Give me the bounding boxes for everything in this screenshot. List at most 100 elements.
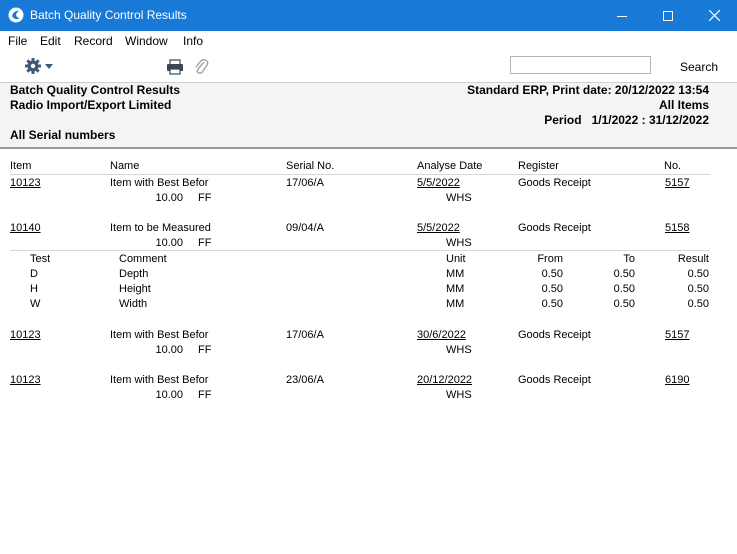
test-unit: MM: [446, 298, 465, 310]
test-to: 0.50: [613, 283, 635, 295]
test-header-result: Result: [677, 253, 709, 265]
column-header-date: Analyse Date: [417, 160, 483, 172]
report-header: Batch Quality Control Results Radio Impo…: [0, 83, 737, 149]
analyse-date-link[interactable]: 20/12/2022: [417, 374, 472, 386]
item-link[interactable]: 10123: [10, 329, 41, 341]
item-name: Item with Best Befor: [110, 329, 209, 341]
app-logo-icon: [8, 7, 24, 23]
unit: FF: [198, 344, 212, 356]
serial-number: 17/06/A: [286, 329, 324, 341]
analyse-date-link[interactable]: 5/5/2022: [417, 177, 460, 189]
quantity: 10.00: [155, 389, 183, 401]
register: Goods Receipt: [518, 329, 591, 341]
quantity: 10.00: [155, 344, 183, 356]
selection-label: All Serial numbers: [10, 128, 116, 142]
register: Goods Receipt: [518, 222, 591, 234]
unit: FF: [198, 192, 212, 204]
test-comment: Depth: [119, 268, 149, 280]
test-comment: Width: [119, 298, 148, 310]
test-section-divider: [10, 250, 710, 251]
menu-record[interactable]: Record: [74, 34, 113, 48]
test-from: 0.50: [541, 268, 563, 280]
search-button[interactable]: Search: [680, 60, 718, 74]
report-title: Batch Quality Control Results: [10, 83, 181, 97]
test-header-unit: Unit: [446, 253, 466, 265]
unit: FF: [198, 389, 212, 401]
column-header-name: Name: [110, 160, 140, 172]
menu-edit[interactable]: Edit: [40, 34, 61, 48]
report-body: Item Name Serial No. Analyse Date Regist…: [0, 150, 737, 554]
menu-bar: File Edit Record Window Info: [0, 31, 737, 51]
gear-icon: [25, 58, 41, 74]
close-icon: [708, 10, 720, 21]
test-unit: MM: [446, 268, 465, 280]
toolbar: Search: [0, 51, 737, 83]
minimize-button[interactable]: [599, 0, 645, 31]
record-number-link[interactable]: 6190: [665, 374, 689, 386]
register: Goods Receipt: [518, 374, 591, 386]
test-from: 0.50: [541, 298, 563, 310]
test-to: 0.50: [613, 298, 635, 310]
quantity: 10.00: [155, 237, 183, 249]
analyse-date-link[interactable]: 30/6/2022: [417, 329, 466, 341]
test-comment: Height: [119, 283, 151, 295]
period: Period 1/1/2022 : 31/12/2022: [544, 113, 709, 127]
attach-button[interactable]: [193, 58, 209, 76]
record-number-link[interactable]: 5157: [665, 329, 689, 341]
test-header-to: To: [623, 253, 635, 265]
test-to: 0.50: [613, 268, 635, 280]
header-divider: [10, 174, 710, 175]
quantity: 10.00: [155, 192, 183, 204]
window-title: Batch Quality Control Results: [30, 8, 187, 22]
chevron-down-icon: [45, 64, 53, 69]
item-link[interactable]: 10140: [10, 222, 41, 234]
print-info: Standard ERP, Print date: 20/12/2022 13:…: [467, 83, 709, 97]
location: WHS: [446, 237, 472, 249]
test-header-from: From: [537, 253, 563, 265]
location: WHS: [446, 192, 472, 204]
test-code: W: [30, 298, 41, 310]
location: WHS: [446, 389, 472, 401]
unit: FF: [198, 237, 212, 249]
serial-number: 09/04/A: [286, 222, 324, 234]
location: WHS: [446, 344, 472, 356]
column-header-register: Register: [518, 160, 559, 172]
test-result: 0.50: [687, 268, 709, 280]
test-header-test: Test: [30, 253, 51, 265]
operations-menu-button[interactable]: [24, 57, 56, 75]
test-code: D: [30, 268, 38, 280]
test-unit: MM: [446, 283, 465, 295]
item-name: Item to be Measured: [110, 222, 211, 234]
printer-icon: [167, 59, 183, 75]
title-bar: Batch Quality Control Results: [0, 0, 737, 31]
test-result: 0.50: [687, 283, 709, 295]
minimize-icon: [617, 15, 627, 17]
search-input[interactable]: [510, 56, 651, 74]
analyse-date-link[interactable]: 5/5/2022: [417, 222, 460, 234]
paperclip-icon: [195, 59, 209, 74]
maximize-button[interactable]: [645, 0, 691, 31]
column-header-no: No.: [664, 160, 682, 172]
test-code: H: [30, 283, 38, 295]
company-name: Radio Import/Export Limited: [10, 98, 172, 112]
register: Goods Receipt: [518, 177, 591, 189]
record-number-link[interactable]: 5158: [665, 222, 689, 234]
serial-number: 23/06/A: [286, 374, 324, 386]
maximize-icon: [663, 10, 673, 21]
item-name: Item with Best Befor: [110, 177, 209, 189]
menu-window[interactable]: Window: [125, 34, 168, 48]
record-number-link[interactable]: 5157: [665, 177, 689, 189]
item-name: Item with Best Befor: [110, 374, 209, 386]
items-scope: All Items: [658, 98, 709, 112]
item-link[interactable]: 10123: [10, 374, 41, 386]
test-result: 0.50: [687, 298, 709, 310]
menu-file[interactable]: File: [8, 34, 27, 48]
column-header-item: Item: [10, 160, 32, 172]
serial-number: 17/06/A: [286, 177, 324, 189]
print-button[interactable]: [166, 59, 184, 75]
menu-info[interactable]: Info: [183, 34, 203, 48]
column-header-serial: Serial No.: [286, 160, 335, 172]
close-button[interactable]: [691, 0, 737, 31]
item-link[interactable]: 10123: [10, 177, 41, 189]
test-header-comment: Comment: [119, 253, 167, 265]
